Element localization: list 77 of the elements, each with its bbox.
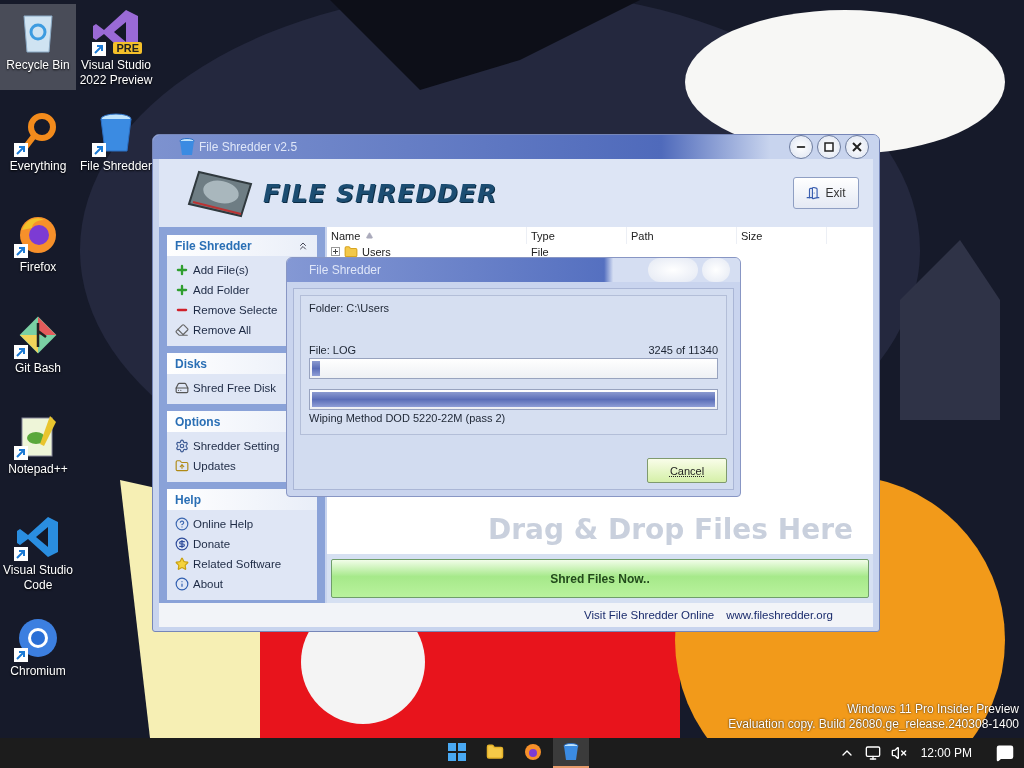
shred-button[interactable]: Shred Files Now.. xyxy=(331,559,869,598)
sidebar-item[interactable]: Shredder Setting xyxy=(175,436,317,456)
desktop-icon-label: Chromium xyxy=(10,664,66,679)
panel-header[interactable]: File Shredder xyxy=(167,235,317,256)
maximize-icon xyxy=(824,142,834,152)
door-icon xyxy=(806,186,821,200)
desktop-icon[interactable]: Git Bash xyxy=(0,307,76,393)
plus-icon xyxy=(175,283,189,297)
desktop-icon-label: Visual Studio 2022 Preview xyxy=(78,58,154,88)
panel-title: Disks xyxy=(175,356,208,371)
website-link[interactable]: Visit File Shredder Online xyxy=(584,609,715,621)
desktop-icon-label: Visual Studio Code xyxy=(2,563,74,593)
sidebar-item[interactable]: Related Software xyxy=(175,554,317,574)
sidebar-item[interactable]: Online Help xyxy=(175,514,317,534)
settings-icon xyxy=(175,439,189,453)
trash-bin-icon xyxy=(179,138,195,156)
minimize-button[interactable] xyxy=(789,135,813,159)
website-link[interactable]: www.fileshredder.org xyxy=(726,609,833,621)
column-header[interactable]: Size xyxy=(737,227,827,244)
app-logo-title: FILE SHREDDER xyxy=(263,178,498,208)
panel-header[interactable]: Help xyxy=(167,489,317,510)
table-cell-text: File xyxy=(530,245,550,258)
panel-title: Options xyxy=(175,414,221,429)
network-icon[interactable] xyxy=(864,745,881,761)
file-label: File: LOG xyxy=(309,344,357,356)
desktop-icon[interactable]: Visual Studio Code xyxy=(0,509,76,595)
desktop-icon-label: Git Bash xyxy=(15,361,61,376)
desktop-icon-label: Recycle Bin xyxy=(6,58,70,73)
panel-title: File Shredder xyxy=(175,238,252,253)
windows-icon xyxy=(448,743,466,761)
coin-icon xyxy=(175,537,189,551)
maximize-button[interactable] xyxy=(817,135,841,159)
folder-label: Folder: C:\Users xyxy=(309,302,391,314)
sidebar-item[interactable]: Donate xyxy=(175,534,317,554)
column-header[interactable]: Path xyxy=(627,227,737,244)
desktop-icon[interactable]: Chromium xyxy=(0,610,76,696)
close-button[interactable] xyxy=(845,135,869,159)
table-cell: Users xyxy=(327,244,527,259)
folder-icon xyxy=(175,459,189,473)
desktop-icon[interactable]: File Shredder xyxy=(78,105,154,191)
preview-badge: PRE xyxy=(113,42,142,54)
exit-button[interactable]: Exit xyxy=(793,177,859,209)
hard-disk-logo-icon xyxy=(185,168,255,218)
firefox-icon xyxy=(524,743,542,761)
sidebar-item[interactable]: About xyxy=(175,574,317,594)
desktop-icon[interactable]: Recycle Bin xyxy=(0,4,76,90)
panel-title: Help xyxy=(175,492,201,507)
desktop-icon-label: Firefox xyxy=(19,260,57,275)
desktop-icon[interactable]: Firefox xyxy=(0,206,76,292)
sidebar-item[interactable]: Updates xyxy=(175,456,317,476)
dialog-title: File Shredder xyxy=(309,263,382,277)
info-icon xyxy=(175,577,189,591)
volume-muted-icon[interactable] xyxy=(890,745,907,761)
clock: 12:00 PM xyxy=(920,746,972,760)
column-header[interactable]: Name xyxy=(327,227,527,244)
desktop-icon[interactable]: Notepad++ xyxy=(0,408,76,494)
desktop-icon-label: File Shredder xyxy=(79,159,152,174)
desktop-icon[interactable]: PRE Visual Studio 2022 Preview xyxy=(78,4,154,90)
help-icon xyxy=(175,517,189,531)
taskbar-button[interactable] xyxy=(553,738,589,768)
desktop-icon-label: Notepad++ xyxy=(8,462,68,477)
desktop-icon-label: Everything xyxy=(9,159,67,174)
column-header[interactable]: Type xyxy=(527,227,627,244)
star-icon xyxy=(175,557,189,571)
eraser-icon xyxy=(175,323,189,337)
notification-icon[interactable] xyxy=(996,744,1014,762)
expand-icon[interactable] xyxy=(331,247,340,256)
hard-drive-icon xyxy=(175,381,189,395)
desktop-icon[interactable]: Everything xyxy=(0,105,76,191)
window-title: File Shredder v2.5 xyxy=(199,140,298,154)
cancel-button[interactable]: Cancel xyxy=(647,458,727,483)
folder-icon xyxy=(344,244,358,259)
file-count: 3245 of 11340 xyxy=(648,344,718,356)
trash-bin-icon xyxy=(563,743,579,761)
plus-icon xyxy=(175,263,189,277)
close-icon xyxy=(852,142,862,152)
folder-icon xyxy=(486,743,504,761)
